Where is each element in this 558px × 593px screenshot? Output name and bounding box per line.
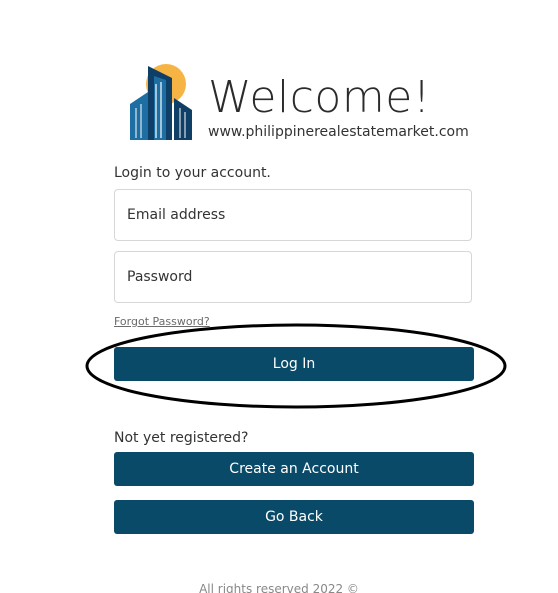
- building-logo-icon: [130, 64, 192, 140]
- login-page: Welcome! www.philippinerealestatemarket.…: [0, 0, 558, 593]
- create-account-button[interactable]: Create an Account: [114, 452, 474, 486]
- not-registered-prompt: Not yet registered?: [114, 430, 249, 446]
- login-prompt: Login to your account.: [114, 165, 271, 181]
- footer-copyright: All rights reserved 2022 ©: [199, 582, 359, 593]
- forgot-password-link[interactable]: Forgot Password?: [114, 315, 210, 328]
- email-field[interactable]: [114, 189, 472, 241]
- site-url: www.philippinerealestatemarket.com: [208, 124, 469, 140]
- login-button[interactable]: Log In: [114, 347, 474, 381]
- go-back-button[interactable]: Go Back: [114, 500, 474, 534]
- password-field[interactable]: [114, 251, 472, 303]
- welcome-title: Welcome!: [208, 72, 431, 123]
